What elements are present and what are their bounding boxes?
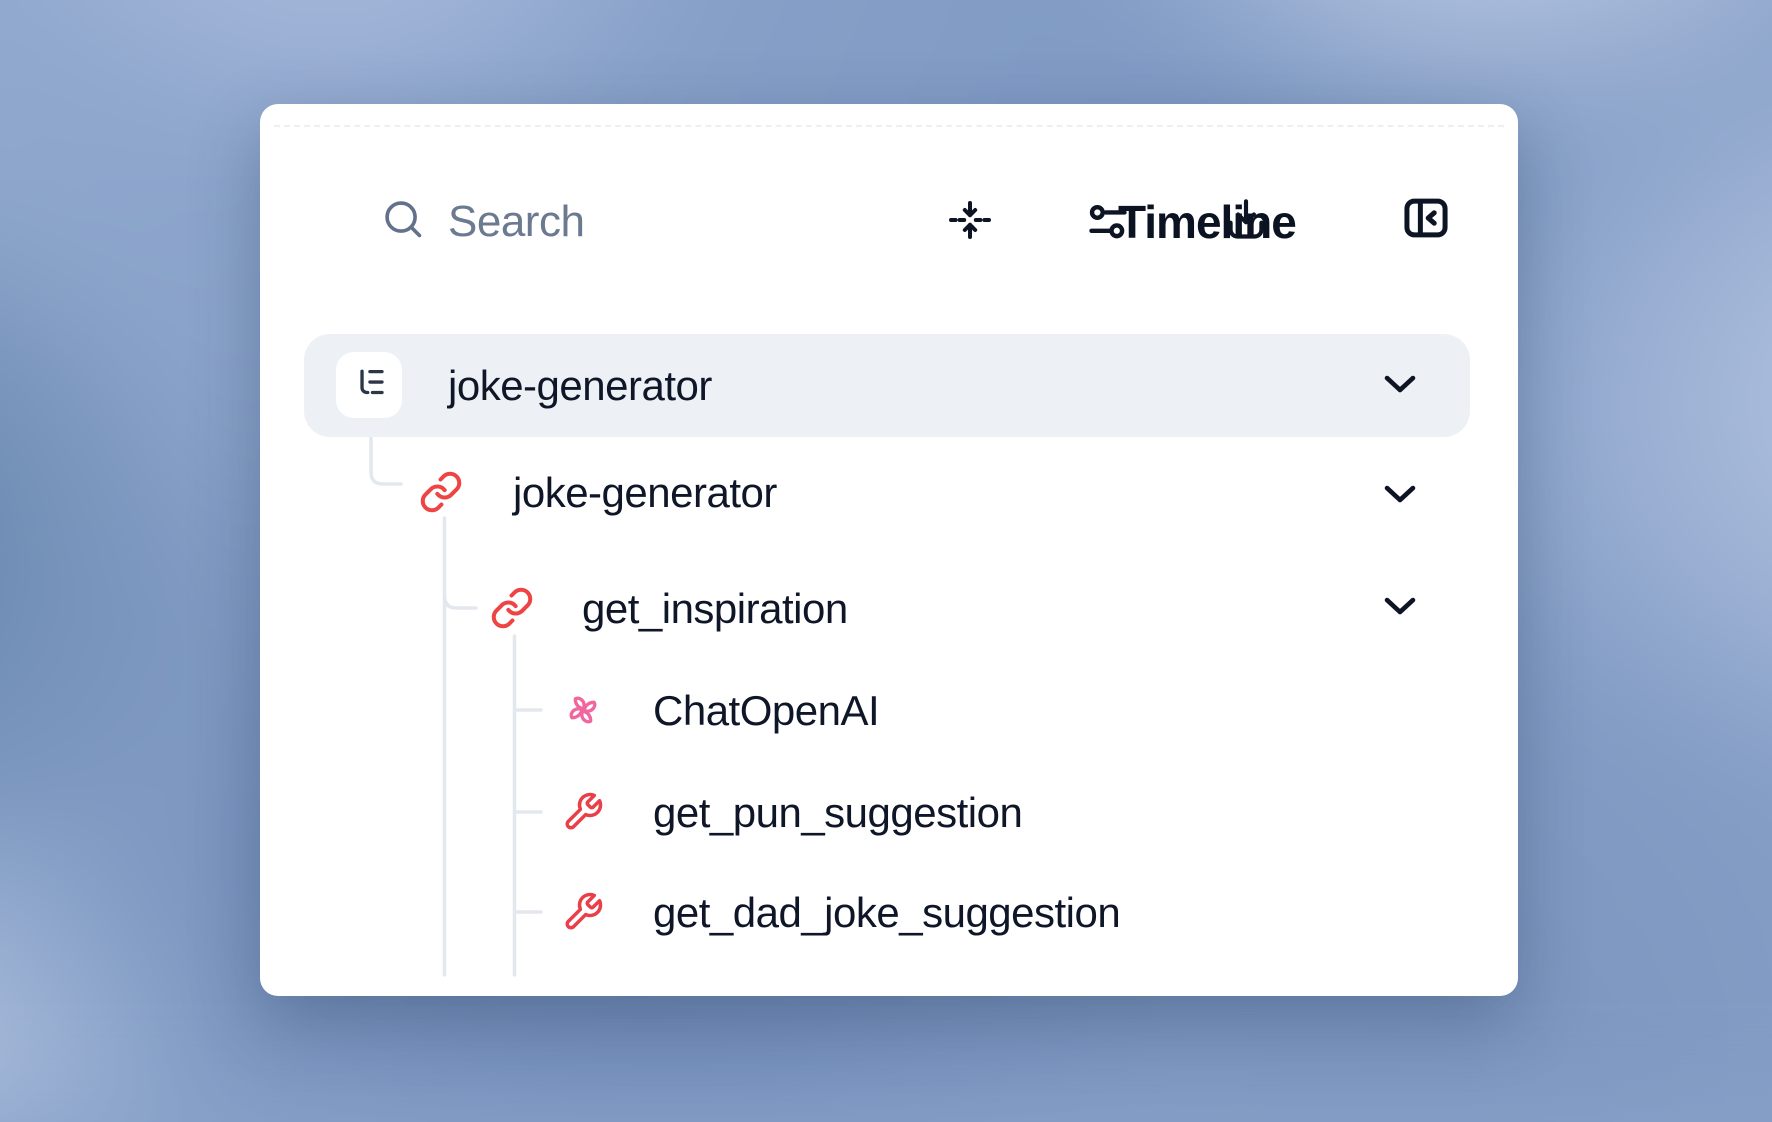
tree-row-label[interactable]: get_dad_joke_suggestion	[653, 892, 1120, 934]
tree-guide-lines	[260, 104, 1518, 996]
tree-row-label[interactable]: get_pun_suggestion	[653, 792, 1022, 834]
link-icon	[490, 586, 534, 630]
tree-row-label[interactable]: joke-generator	[513, 472, 777, 514]
list-tree-icon	[350, 364, 388, 407]
trace-panel: Search	[260, 104, 1518, 996]
pinwheel-icon	[562, 689, 604, 731]
trace-tree: joke-generator joke-generator	[260, 104, 1518, 996]
wrench-icon	[562, 791, 604, 833]
chevron-down-icon[interactable]	[1383, 596, 1417, 616]
root-badge	[336, 352, 402, 418]
chevron-down-icon[interactable]	[1383, 374, 1417, 394]
tree-row-label[interactable]: joke-generator	[448, 365, 712, 407]
tree-row-label[interactable]: ChatOpenAI	[653, 690, 879, 732]
tree-row-label[interactable]: get_inspiration	[582, 588, 848, 630]
wrench-icon	[562, 891, 604, 933]
link-icon	[419, 470, 463, 514]
chevron-down-icon[interactable]	[1383, 484, 1417, 504]
